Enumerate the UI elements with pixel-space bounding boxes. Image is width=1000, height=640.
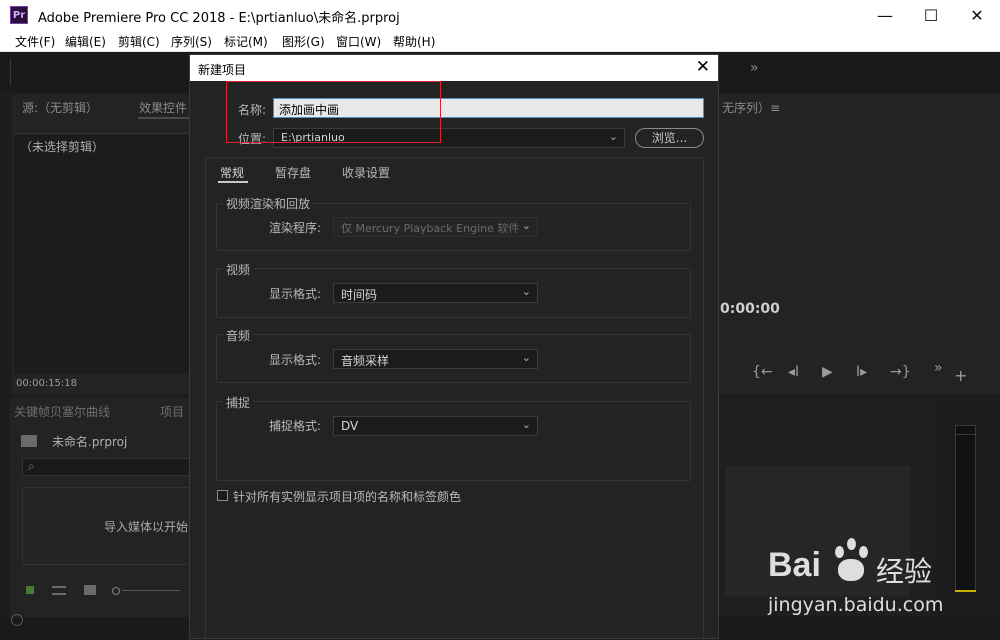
lock-icon[interactable] xyxy=(26,586,34,594)
renderer-label: 渲染程序: xyxy=(269,221,322,235)
source-tab[interactable]: 源:（无剪辑） xyxy=(22,99,98,116)
dialog-titlebar: 新建项目 ✕ xyxy=(190,55,718,81)
menu-help[interactable]: 帮助(H) xyxy=(393,33,435,50)
chevron-down-icon: ⌄ xyxy=(521,285,531,298)
chevron-down-icon: ⌄ xyxy=(521,351,531,364)
zoom-slider-handle[interactable] xyxy=(112,587,120,595)
show-labels-checkbox-label: 针对所有实例显示项目项的名称和标签颜色 xyxy=(233,490,462,504)
premiere-app-icon: Pr xyxy=(10,6,28,24)
chevron-down-icon: ⌄ xyxy=(521,418,531,431)
watermark-url: jingyan.baidu.com xyxy=(768,594,944,616)
window-close-button[interactable]: ✕ xyxy=(954,0,1000,30)
dialog-close-button[interactable]: ✕ xyxy=(696,57,710,77)
show-labels-checkbox[interactable] xyxy=(217,490,228,501)
search-icon: ⌕ xyxy=(28,459,35,473)
menu-file[interactable]: 文件(F) xyxy=(15,33,55,50)
dialog-title: 新建项目 xyxy=(198,63,247,77)
keyframe-tab[interactable]: 关键帧贝塞尔曲线 xyxy=(14,403,110,420)
menu-edit[interactable]: 编辑(E) xyxy=(65,33,106,50)
import-media-hint: 导入媒体以开始 xyxy=(104,520,189,534)
menu-clip[interactable]: 剪辑(C) xyxy=(118,33,160,50)
menu-graphics[interactable]: 图形(G) xyxy=(282,33,325,50)
close-icon: ✕ xyxy=(970,5,984,25)
capture-format-select[interactable]: DV ⌄ xyxy=(333,416,538,436)
workspace-expand-icon[interactable]: » xyxy=(750,60,759,76)
more-controls-icon[interactable]: » xyxy=(934,360,943,376)
audio-format-select[interactable]: 音频采样 ⌄ xyxy=(333,349,538,369)
new-project-dialog: 新建项目 ✕ 名称: 添加画中画 位置: E:\prtianluo ⌄ 浏览..… xyxy=(189,54,719,640)
renderer-select[interactable]: 仅 Mercury Playback Engine 软件 ⌄ xyxy=(333,217,538,237)
maximize-button[interactable]: ☐ xyxy=(908,0,954,30)
effect-controls-tab[interactable]: 效果控件 xyxy=(139,99,187,116)
video-format-select[interactable]: 时间码 ⌄ xyxy=(333,283,538,303)
tab-ingest-settings[interactable]: 收录设置 xyxy=(342,164,390,181)
close-icon: ✕ xyxy=(695,57,710,77)
renderer-value: 仅 Mercury Playback Engine 软件 xyxy=(341,222,520,235)
minimize-icon: — xyxy=(877,5,893,25)
go-to-in-icon[interactable]: {← xyxy=(752,364,773,380)
active-tab-underline xyxy=(218,181,248,183)
video-format-value: 时间码 xyxy=(341,288,378,302)
no-clip-label: （未选择剪辑） xyxy=(20,140,105,154)
watermark-brand: Bai xyxy=(768,546,821,584)
audio-format-label: 显示格式: xyxy=(269,353,322,367)
maximize-icon: ☐ xyxy=(923,5,939,25)
chevron-down-icon: ⌄ xyxy=(521,219,531,232)
source-timecode: 00:00:15:18 xyxy=(16,378,78,389)
menu-sequence[interactable]: 序列(S) xyxy=(171,33,212,50)
project-file-icon xyxy=(21,435,37,447)
program-timecode: 0:00:00 xyxy=(720,301,780,317)
menu-bar: 文件(F) 编辑(E) 剪辑(C) 序列(S) 标记(M) 图形(G) 窗口(W… xyxy=(0,30,1000,52)
program-panel xyxy=(719,94,1000,394)
capture-group-title: 捕捉 xyxy=(223,394,254,411)
menu-window[interactable]: 窗口(W) xyxy=(336,33,381,50)
baidu-jingyan-watermark: Bai 经验 jingyan.baidu.com xyxy=(768,532,993,622)
add-button-icon[interactable]: + xyxy=(954,366,967,385)
watermark-brand-suffix: 经验 xyxy=(876,555,933,588)
window-titlebar: Pr Adobe Premiere Pro CC 2018 - E:\prtia… xyxy=(0,0,1000,30)
video-format-label: 显示格式: xyxy=(269,287,322,301)
project-search-input[interactable]: ⌕ xyxy=(22,458,190,476)
annotation-highlight-box xyxy=(226,81,441,143)
capture-format-label: 捕捉格式: xyxy=(269,419,322,433)
window-title: Adobe Premiere Pro CC 2018 - E:\prtianlu… xyxy=(38,11,400,26)
audio-meter-peak-line xyxy=(955,434,976,435)
video-group-title: 视频 xyxy=(223,261,254,278)
audio-group-title: 音频 xyxy=(223,327,254,344)
go-to-out-icon[interactable]: →} xyxy=(890,364,911,380)
project-file-name: 未命名.prproj xyxy=(52,435,128,449)
tab-scratch-disks[interactable]: 暂存盘 xyxy=(275,164,311,181)
baidu-paw-icon xyxy=(831,538,875,582)
browse-button[interactable]: 浏览... xyxy=(635,128,704,148)
zoom-slider-track[interactable] xyxy=(122,590,180,591)
video-render-group-title: 视频渲染和回放 xyxy=(223,195,314,212)
capture-format-value: DV xyxy=(341,419,359,433)
icon-view-icon[interactable] xyxy=(84,585,96,595)
menu-marker[interactable]: 标记(M) xyxy=(224,33,268,50)
status-icon xyxy=(11,614,23,626)
minimize-button[interactable]: — xyxy=(862,0,908,30)
chevron-down-icon: ⌄ xyxy=(608,130,618,143)
project-tab[interactable]: 项目 xyxy=(160,403,184,420)
capture-group xyxy=(216,401,691,481)
tab-underline xyxy=(138,117,190,119)
program-tab[interactable]: 无序列）≡ xyxy=(722,99,780,116)
header-divider xyxy=(10,58,11,86)
audio-format-value: 音频采样 xyxy=(341,354,390,368)
step-back-icon[interactable]: ◂I xyxy=(788,364,799,380)
play-icon[interactable]: ▶ xyxy=(822,364,833,380)
tab-general[interactable]: 常规 xyxy=(220,164,244,181)
list-view-icon[interactable] xyxy=(52,586,66,595)
step-forward-icon[interactable]: I▸ xyxy=(856,364,867,380)
effect-controls-area xyxy=(14,133,190,374)
